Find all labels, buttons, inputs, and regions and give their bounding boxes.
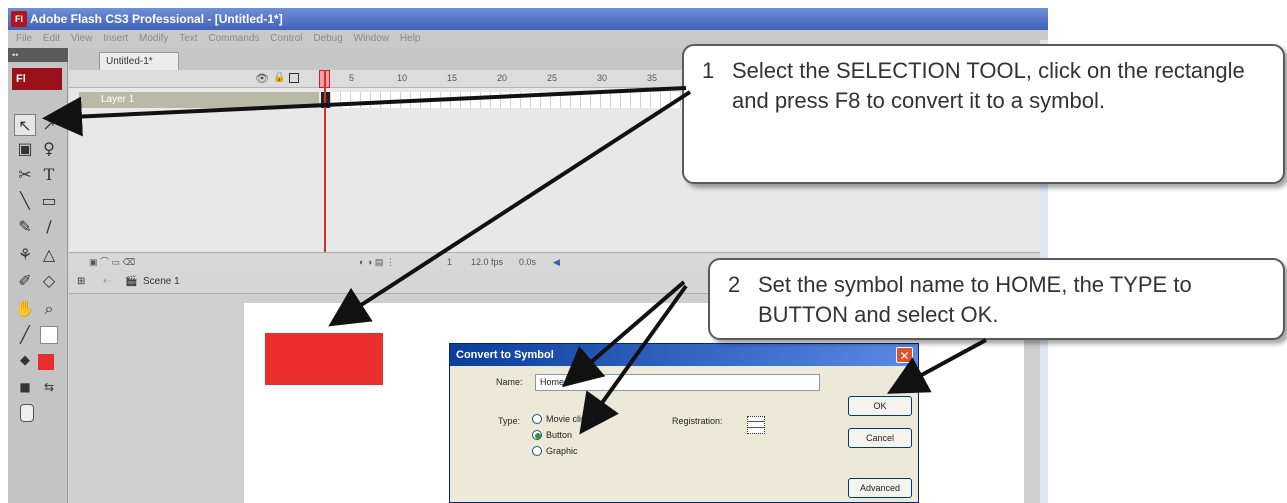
arrow-to-ok-button [886,338,987,394]
arrow-to-rectangle [328,90,692,327]
arrow-to-selection-tool [42,86,687,137]
annotation-arrows [42,86,987,435]
